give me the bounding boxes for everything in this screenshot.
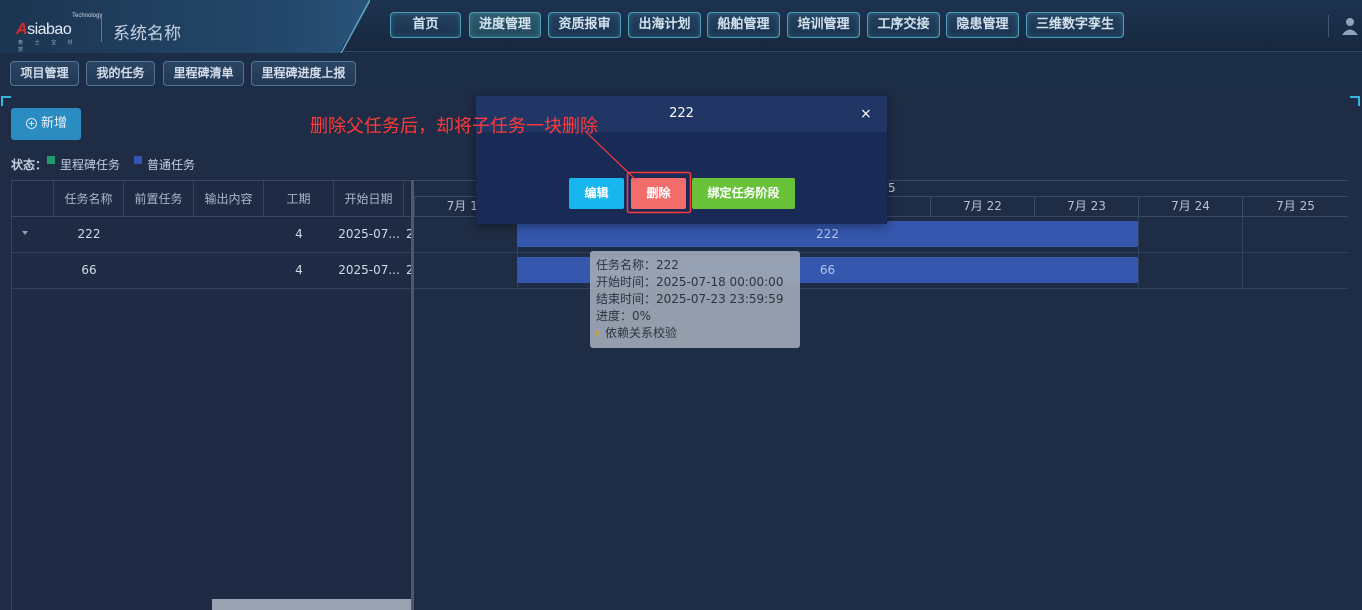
caret-down-icon[interactable] xyxy=(22,231,28,235)
cell-task-name: 222 xyxy=(77,227,101,241)
tooltip-end: 结束时间：2025-07-23 23:59:59 xyxy=(596,292,784,306)
task-tooltip: 任务名称：222 开始时间：2025-07-18 00:00:00 结束时间：2… xyxy=(590,251,800,348)
header-divider-right xyxy=(1328,15,1329,37)
cell-task-name: 66 xyxy=(81,263,97,277)
nav-qualification[interactable]: 资质报审 xyxy=(548,12,621,38)
tooltip-dependency: 依赖关系校验 xyxy=(605,326,678,340)
system-title: 系统名称 xyxy=(113,24,181,44)
normal-swatch xyxy=(134,156,142,164)
subnav-project[interactable]: 项目管理 xyxy=(10,61,79,86)
gantt-timeline: 5 7月 17 21 7月 22 7月 23 7月 24 7月 25 222 6… xyxy=(414,180,1348,610)
tooltip-start: 开始时间：2025-07-18 00:00:00 xyxy=(596,275,784,289)
cell-predecessor xyxy=(124,217,194,252)
table-row[interactable]: 66 4 2025-07... 2 xyxy=(12,253,413,289)
cell-start-date: 2025-07... xyxy=(338,227,400,241)
bind-stage-button[interactable]: 绑定任务阶段 xyxy=(692,178,795,209)
nav-ship[interactable]: 船舶管理 xyxy=(707,12,780,38)
col-output[interactable]: 输出内容 xyxy=(194,181,264,217)
caret-right-icon xyxy=(596,330,600,336)
cell-duration: 4 xyxy=(295,263,303,277)
nav-progress[interactable]: 进度管理 xyxy=(469,12,541,38)
tooltip-progress: 进度：0% xyxy=(596,309,652,323)
subnav-milestone-report[interactable]: 里程碑进度上报 xyxy=(251,61,356,86)
nav-digital-twin[interactable]: 三维数字孪生 xyxy=(1026,12,1124,38)
legend-normal: 普通任务 xyxy=(147,158,196,172)
nav-sea-plan[interactable]: 出海计划 xyxy=(628,12,701,38)
cell-duration: 4 xyxy=(295,227,303,241)
tooltip-name: 任务名称：222 xyxy=(596,258,679,272)
col-duration[interactable]: 工期 xyxy=(264,181,334,217)
cell-output xyxy=(194,253,264,288)
table-row[interactable]: 222 4 2025-07... 2 xyxy=(12,217,413,253)
cell-predecessor xyxy=(124,253,194,288)
timeline-day: 7月 22 xyxy=(930,197,1034,216)
timeline-row: 66 xyxy=(414,253,1348,289)
header-divider xyxy=(101,16,102,42)
tooltip-dependency-row: 依赖关系校验 xyxy=(596,325,794,342)
frame-corner-tr xyxy=(1350,96,1360,106)
nav-handover[interactable]: 工序交接 xyxy=(867,12,940,38)
subnav-milestone-list[interactable]: 里程碑清单 xyxy=(163,61,244,86)
frame-corner-tl xyxy=(1,96,11,106)
cell-output xyxy=(194,217,264,252)
grid-header: 任务名称 前置任务 输出内容 工期 开始日期 xyxy=(12,180,413,217)
delete-button[interactable]: 删除 xyxy=(631,178,686,209)
nav-hazard[interactable]: 隐患管理 xyxy=(946,12,1019,38)
gantt-bar[interactable]: 222 xyxy=(517,221,1138,247)
logo-sub-text: 奥 士 宝 科 技 xyxy=(18,40,78,53)
col-predecessor[interactable]: 前置任务 xyxy=(124,181,194,217)
status-label: 状态： xyxy=(11,158,48,172)
subnav-my-tasks[interactable]: 我的任务 xyxy=(86,61,155,86)
cell-start-date: 2025-07... xyxy=(338,263,400,277)
timeline-week-label: 5 xyxy=(888,181,896,195)
user-icon[interactable] xyxy=(1340,16,1360,36)
logo-panel-edge xyxy=(339,0,370,56)
logo-brand: Asiabao xyxy=(16,21,72,39)
edit-button[interactable]: 编辑 xyxy=(569,178,624,209)
add-button-label: 新增 xyxy=(41,116,68,131)
milestone-swatch xyxy=(47,156,55,164)
task-grid: 任务名称 前置任务 输出内容 工期 开始日期 222 4 2025-07... … xyxy=(11,180,413,610)
plus-circle-icon xyxy=(26,118,37,129)
col-start-date[interactable]: 开始日期 xyxy=(334,181,404,217)
nav-training[interactable]: 培训管理 xyxy=(787,12,860,38)
add-button[interactable]: 新增 xyxy=(11,108,81,140)
close-icon[interactable]: × xyxy=(860,106,872,122)
annotation-text: 删除父任务后，却将子任务一块删除 xyxy=(310,116,598,137)
col-task-name[interactable]: 任务名称 xyxy=(54,181,124,217)
legend-milestone: 里程碑任务 xyxy=(60,158,121,172)
timeline-day: 7月 25 xyxy=(1242,197,1348,216)
logo-brand-a: A xyxy=(16,21,28,38)
company-logo: Technology Asiabao 奥 士 宝 科 技 xyxy=(14,10,102,53)
grid-header-expander xyxy=(12,181,54,217)
nav-home[interactable]: 首页 xyxy=(390,12,461,38)
timeline-day: 7月 24 xyxy=(1138,197,1242,216)
timeline-day: 7月 23 xyxy=(1034,197,1138,216)
grid-scrollbar[interactable] xyxy=(212,599,413,610)
logo-brand-rest: siabao xyxy=(27,21,72,38)
logo-tech-text: Technology xyxy=(72,13,103,19)
